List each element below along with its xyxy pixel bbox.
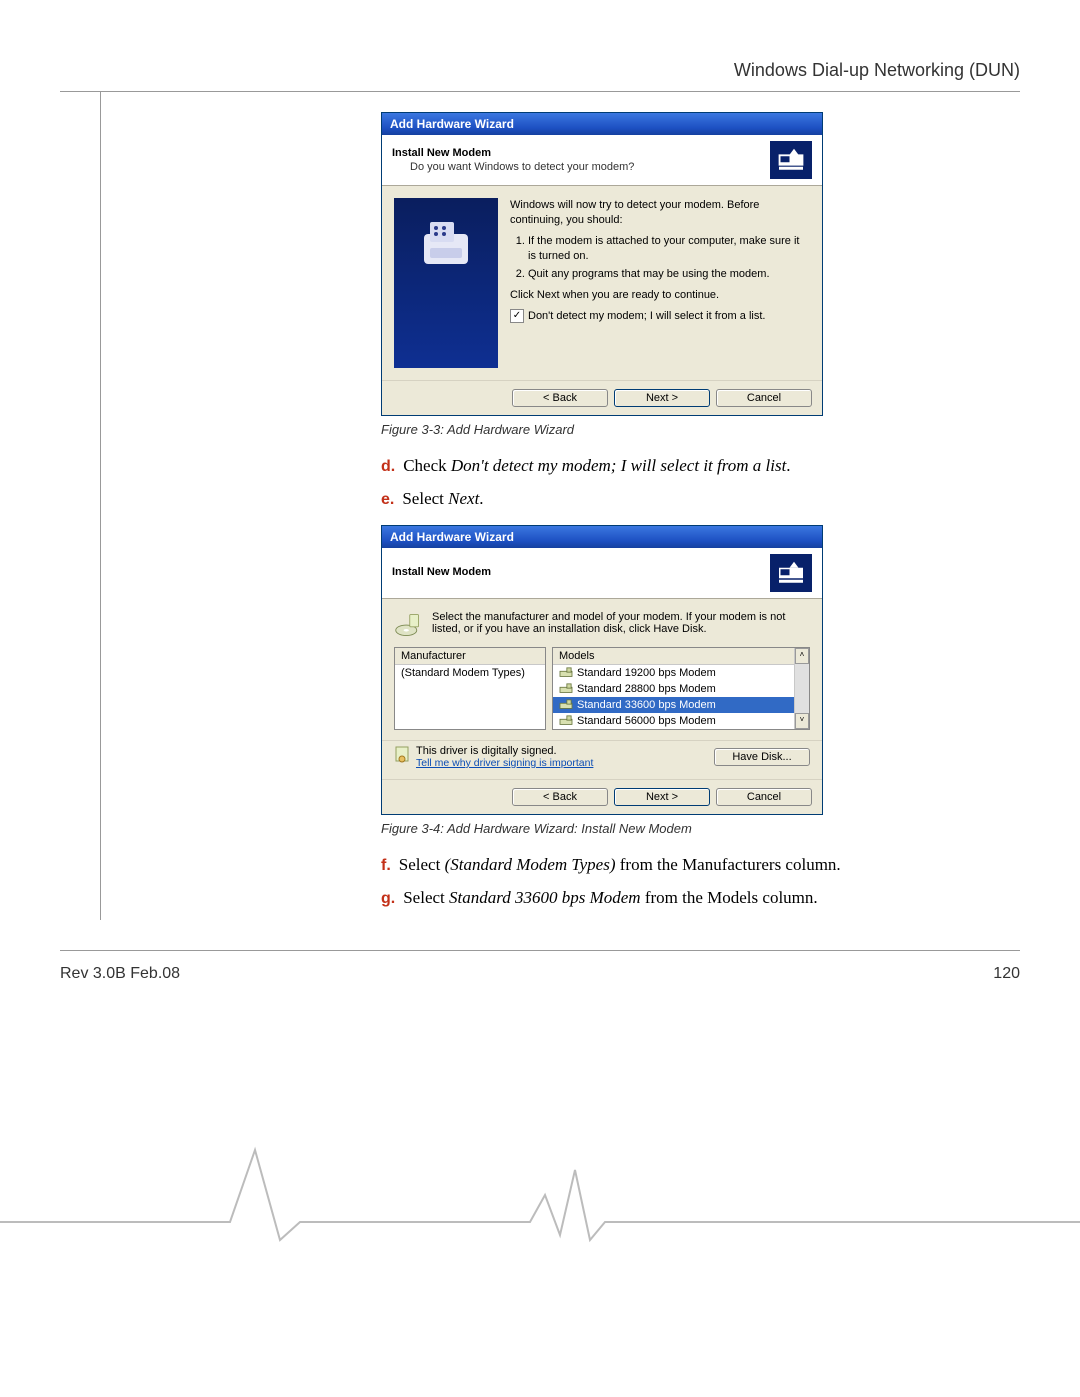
dont-detect-checkbox[interactable]: ✓	[510, 309, 524, 323]
doc-step-e: e.Select Next.	[381, 488, 1020, 511]
figure-caption-1: Figure 3-3: Add Hardware Wizard	[381, 422, 1020, 437]
install-disk-icon	[394, 611, 422, 639]
models-scrollbar[interactable]: ˄ ˅	[794, 648, 809, 729]
model-item-selected[interactable]: Standard 33600 bps Modem	[553, 697, 795, 713]
modem-hardware-icon	[770, 141, 812, 179]
model-item[interactable]: Standard 19200 bps Modem	[553, 665, 795, 681]
wizard-intro-text: Windows will now try to detect your mode…	[510, 198, 810, 228]
wizard-instruction-text: Select the manufacturer and model of you…	[432, 611, 810, 639]
manufacturer-listbox[interactable]: Manufacturer (Standard Modem Types)	[394, 647, 546, 730]
doc-step-g: g.Select Standard 33600 bps Modem from t…	[381, 887, 1020, 910]
window-titlebar: Add Hardware Wizard	[382, 113, 822, 135]
wizard-header-title: Install New Modem	[392, 147, 634, 159]
doc-step-f: f.Select (Standard Modem Types) from the…	[381, 854, 1020, 877]
manufacturer-header: Manufacturer	[395, 648, 545, 665]
back-button[interactable]: < Back	[512, 389, 608, 407]
manufacturer-item[interactable]: (Standard Modem Types)	[395, 665, 545, 681]
page-header: Windows Dial-up Networking (DUN)	[60, 60, 1020, 81]
models-listbox[interactable]: Models Standard 19200 bps Modem Standard…	[552, 647, 810, 730]
cancel-button[interactable]: Cancel	[716, 389, 812, 407]
wizard-header-title: Install New Modem	[392, 566, 491, 578]
modem-hardware-icon	[770, 554, 812, 592]
wizard-header-sub: Do you want Windows to detect your modem…	[410, 161, 634, 173]
footer-left: Rev 3.0B Feb.08	[60, 965, 180, 983]
cancel-button[interactable]: Cancel	[716, 788, 812, 806]
wizard-continue-text: Click Next when you are ready to continu…	[510, 288, 810, 303]
back-button[interactable]: < Back	[512, 788, 608, 806]
figure-caption-2: Figure 3-4: Add Hardware Wizard: Install…	[381, 821, 1020, 836]
wizard-window-2: Add Hardware Wizard Install New Modem	[381, 525, 823, 815]
left-gutter	[60, 92, 101, 920]
wizard-step-2: Quit any programs that may be using the …	[528, 267, 810, 282]
wizard-step-1: If the modem is attached to your compute…	[528, 234, 810, 264]
models-header: Models	[553, 648, 809, 665]
footer-rule	[60, 950, 1020, 951]
model-item[interactable]: Standard 28800 bps Modem	[553, 681, 795, 697]
driver-signing-link[interactable]: Tell me why driver signing is important	[416, 757, 593, 769]
next-button[interactable]: Next >	[614, 788, 710, 806]
scroll-up-icon[interactable]: ˄	[795, 648, 809, 664]
wizard-sidebar-illustration	[394, 198, 498, 368]
model-item[interactable]: Standard 56000 bps Modem	[553, 713, 795, 729]
wizard-window-1: Add Hardware Wizard Install New Modem Do…	[381, 112, 823, 416]
have-disk-button[interactable]: Have Disk...	[714, 748, 810, 766]
dont-detect-label: Don't detect my modem; I will select it …	[528, 309, 765, 324]
doc-step-d: d.Check Don't detect my modem; I will se…	[381, 455, 1020, 478]
signed-text: This driver is digitally signed.	[416, 745, 593, 757]
footer-page-number: 120	[993, 965, 1020, 983]
window-titlebar: Add Hardware Wizard	[382, 526, 822, 548]
scroll-down-icon[interactable]: ˅	[795, 713, 809, 729]
signed-cert-icon	[394, 745, 410, 765]
next-button[interactable]: Next >	[614, 389, 710, 407]
heartbeat-graphic	[0, 1110, 1080, 1250]
